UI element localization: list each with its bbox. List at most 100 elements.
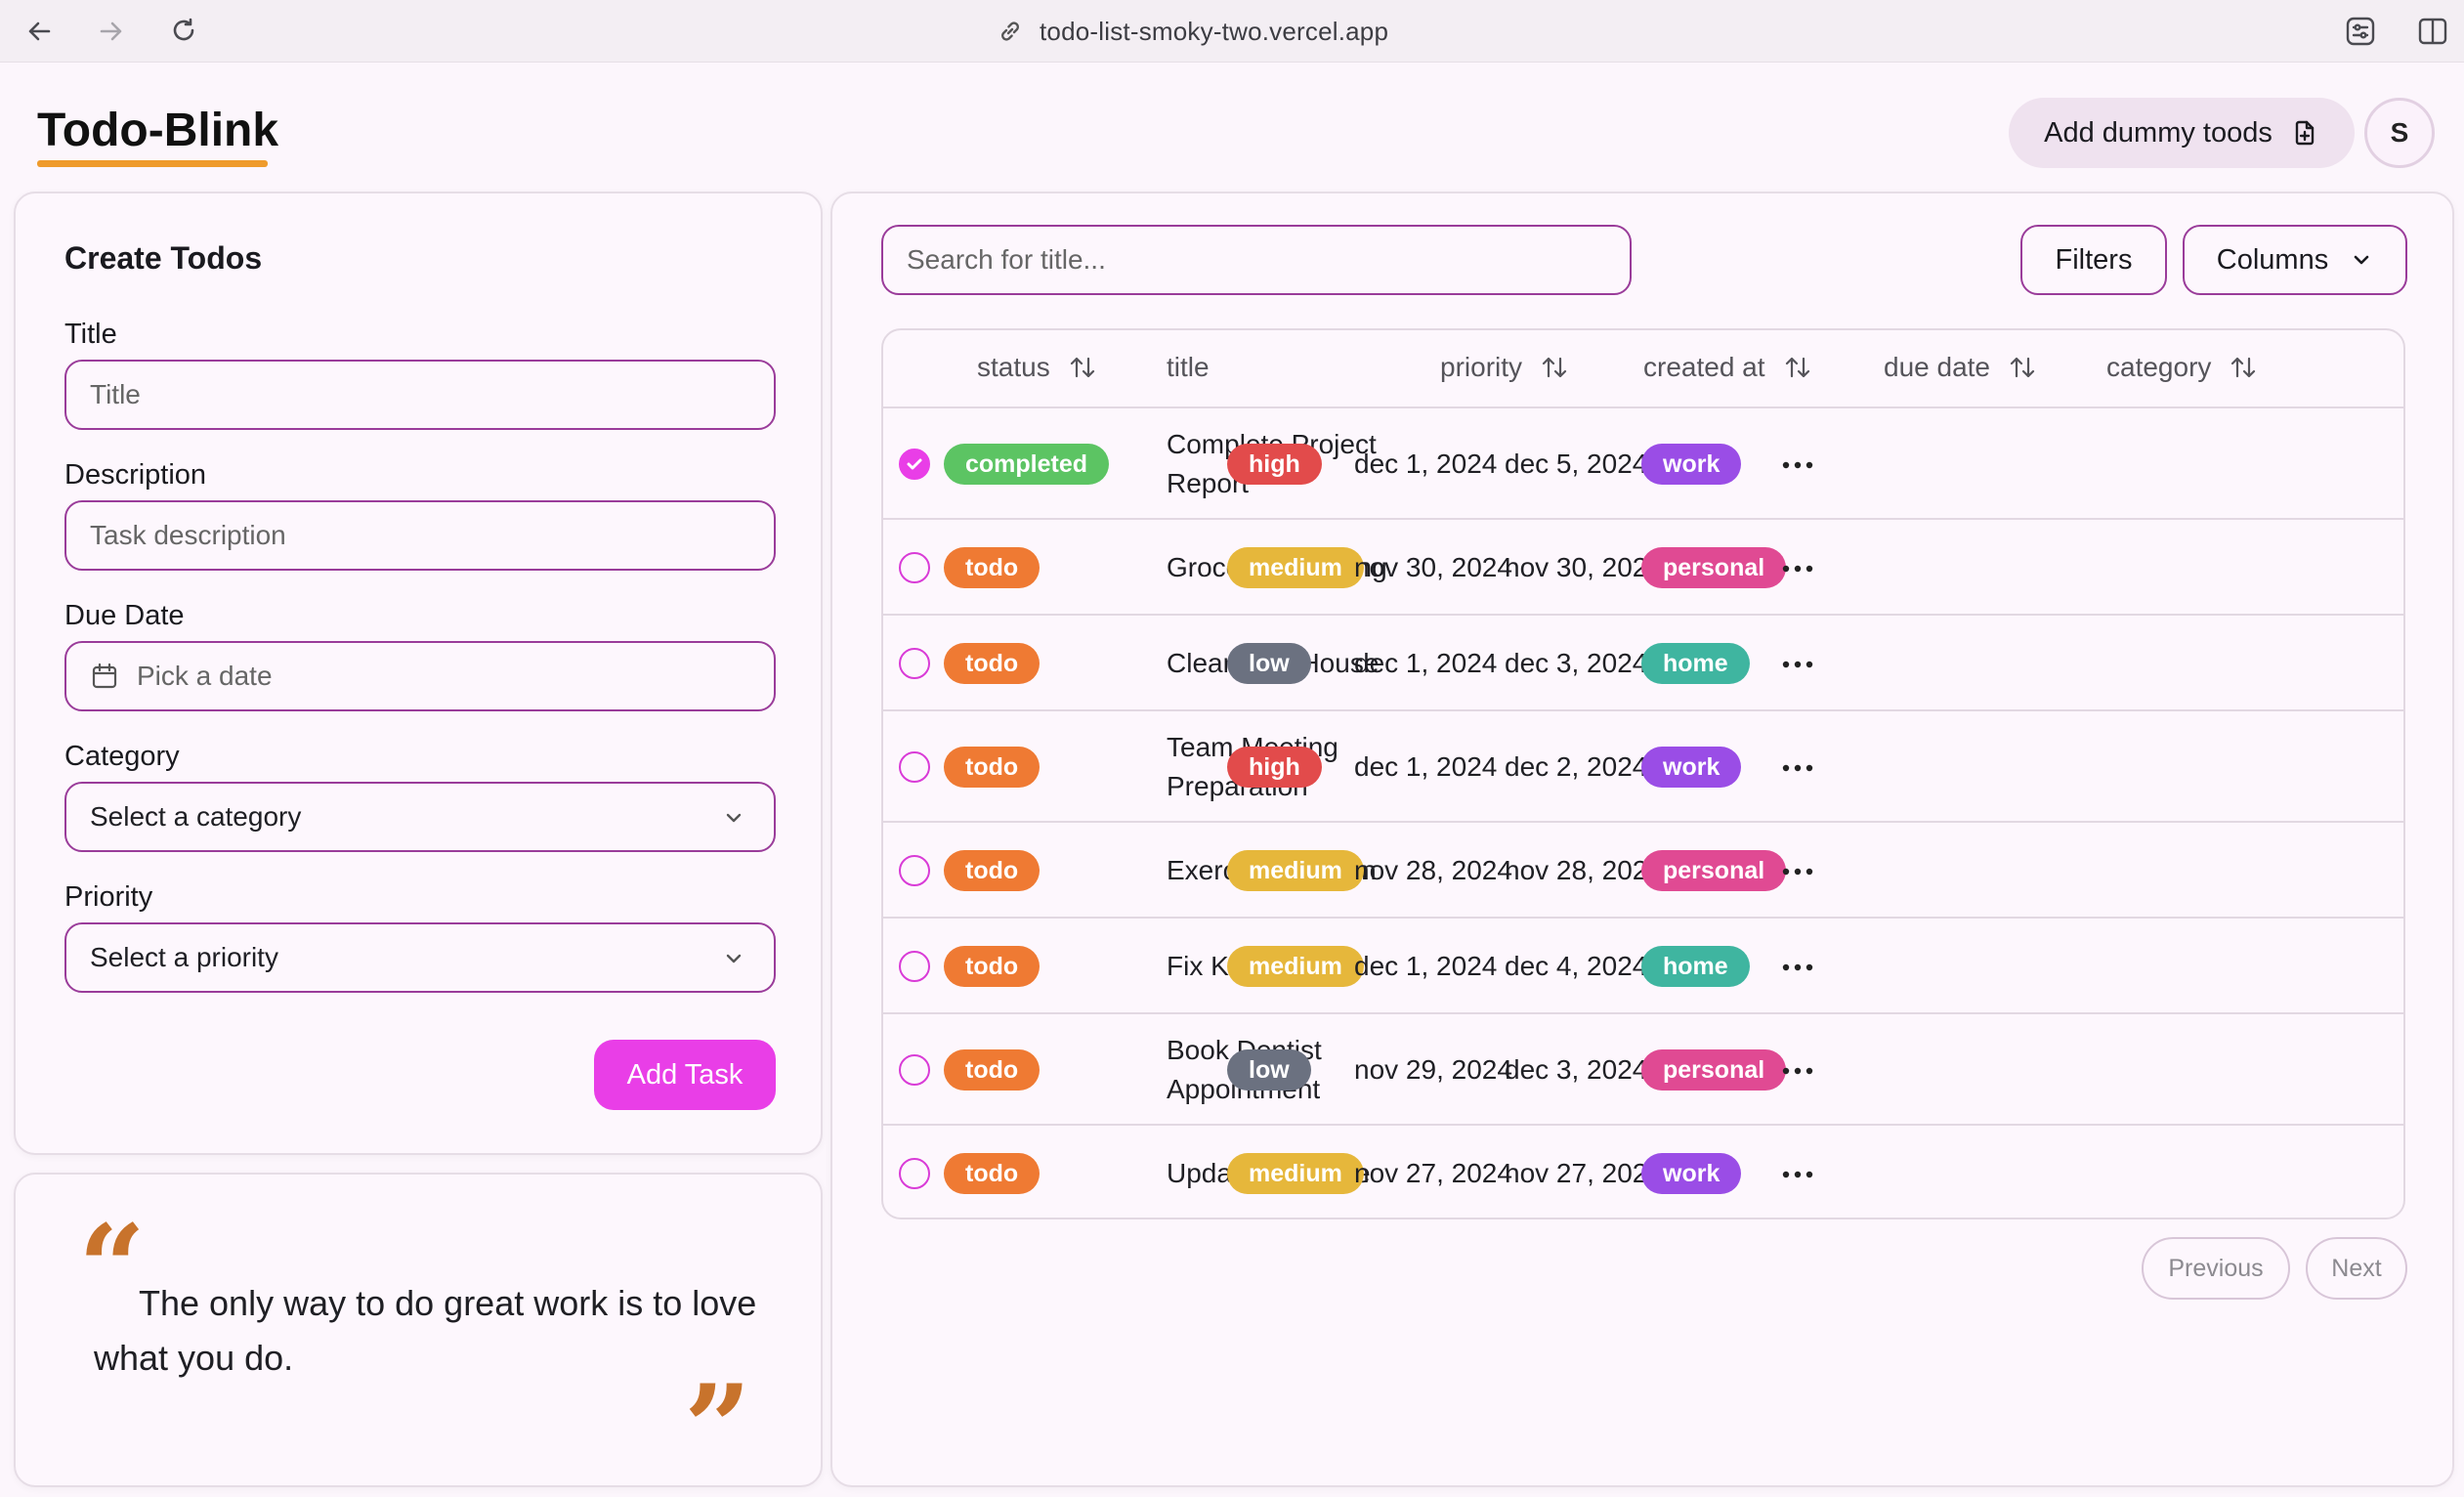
priority-badge: medium: [1227, 547, 1364, 588]
row-actions-menu[interactable]: [1780, 562, 1815, 574]
created-at-cell: dec 1, 2024: [1354, 648, 1498, 678]
row-checkbox[interactable]: [899, 1054, 930, 1086]
columns-label: Columns: [2216, 243, 2329, 276]
status-badge: todo: [944, 747, 1041, 788]
avatar[interactable]: S: [2364, 98, 2435, 168]
search-placeholder: Search for title...: [907, 244, 1106, 275]
header-status[interactable]: status: [977, 352, 1097, 383]
priority-badge: medium: [1227, 850, 1364, 891]
category-badge: work: [1641, 1153, 1742, 1194]
table-row: todoTeam Meeting Preparationhighdec 1, 2…: [883, 711, 2403, 823]
table-row: todoClean The Houselowdec 1, 2024dec 3, …: [883, 616, 2403, 711]
priority-select[interactable]: Select a priority: [64, 922, 776, 993]
header-category[interactable]: category: [2106, 352, 2258, 383]
priority-badge: low: [1227, 1049, 1311, 1091]
due-date-cell: dec 2, 2024: [1505, 751, 1648, 782]
status-badge: todo: [944, 946, 1041, 987]
title-input[interactable]: Title: [64, 360, 776, 430]
description-label: Description: [64, 459, 207, 491]
header-priority-label: priority: [1440, 352, 1523, 382]
status-badge: completed: [944, 444, 1110, 485]
create-todo-panel: Create Todos Title Title Description Tas…: [14, 192, 823, 1155]
filters-button[interactable]: Filters: [2020, 225, 2167, 295]
reload-icon[interactable]: [164, 12, 203, 51]
due-date-placeholder: Pick a date: [137, 661, 273, 691]
add-task-button[interactable]: Add Task: [594, 1040, 776, 1110]
more-horizontal-icon: [1782, 963, 1813, 971]
add-dummy-todos-button[interactable]: Add dummy toods: [2009, 98, 2355, 168]
table-row: todoUpdate Softwaremediumnov 27, 2024nov…: [883, 1126, 2403, 1218]
row-actions-menu[interactable]: [1780, 865, 1815, 877]
created-at-cell: nov 30, 2024: [1354, 552, 1512, 582]
priority-badge: low: [1227, 643, 1311, 684]
created-at-cell: dec 1, 2024: [1354, 751, 1498, 782]
columns-button[interactable]: Columns: [2183, 225, 2407, 295]
table-row: todoExercise Sessionmediumnov 28, 2024no…: [883, 823, 2403, 919]
row-actions-menu[interactable]: [1780, 1168, 1815, 1179]
table-row: completed Complete Project Report high dec …: [883, 408, 2403, 520]
sort-icon: [2010, 357, 2035, 378]
priority-badge: high: [1227, 444, 1322, 485]
sort-icon: [1785, 357, 1809, 378]
table-row: todoBook Dentist Appointmentlownov 29, 2…: [883, 1014, 2403, 1126]
close-quote-icon: ”: [684, 1359, 752, 1497]
search-input[interactable]: Search for title...: [881, 225, 1632, 295]
sidebar-toggle-icon[interactable]: [2413, 12, 2452, 51]
forward-arrow-icon[interactable]: [92, 12, 131, 51]
back-arrow-icon[interactable]: [20, 12, 59, 51]
created-at-cell: dec 1, 2024: [1354, 951, 1498, 981]
row-actions-menu[interactable]: [1780, 458, 1815, 470]
description-placeholder: Task description: [90, 520, 286, 550]
row-actions-menu[interactable]: [1780, 961, 1815, 972]
row-checkbox[interactable]: [899, 951, 930, 982]
sort-icon: [1542, 357, 1567, 378]
filters-label: Filters: [2055, 243, 2133, 276]
row-checkbox[interactable]: [899, 855, 930, 886]
row-actions-menu[interactable]: [1780, 1064, 1815, 1076]
sliders-icon[interactable]: [2341, 12, 2380, 51]
table-row: todoFix Kitchen Sinkmediumdec 1, 2024dec…: [883, 919, 2403, 1014]
description-input[interactable]: Task description: [64, 500, 776, 571]
row-actions-menu[interactable]: [1780, 658, 1815, 669]
row-checkbox[interactable]: [899, 449, 930, 480]
next-page-button[interactable]: Next: [2306, 1237, 2407, 1300]
create-todos-heading: Create Todos: [64, 240, 263, 276]
row-checkbox[interactable]: [899, 648, 930, 679]
more-horizontal-icon: [1782, 764, 1813, 772]
status-badge: todo: [944, 850, 1041, 891]
priority-badge: medium: [1227, 1153, 1364, 1194]
row-checkbox[interactable]: [899, 1158, 930, 1189]
more-horizontal-icon: [1782, 1067, 1813, 1075]
priority-badge: high: [1227, 747, 1322, 788]
address-bar[interactable]: todo-list-smoky-two.vercel.app: [997, 14, 1388, 49]
sort-icon: [2231, 357, 2256, 378]
header-created-at[interactable]: created at: [1643, 352, 1812, 383]
header-category-label: category: [2106, 352, 2212, 382]
link-icon: [1001, 21, 1019, 41]
quote-panel: “ The only way to do great work is to lo…: [14, 1173, 823, 1487]
row-checkbox[interactable]: [899, 751, 930, 783]
header-due-date[interactable]: due date: [1884, 352, 2037, 383]
title-placeholder: Title: [90, 379, 141, 409]
due-date-cell: dec 5, 2024: [1505, 449, 1648, 479]
check-icon: [907, 458, 922, 470]
add-dummy-todos-label: Add dummy toods: [2044, 116, 2273, 149]
row-checkbox[interactable]: [899, 552, 930, 583]
due-date-cell: nov 27, 2024: [1505, 1158, 1663, 1188]
table-header: status title priority created at due dat…: [883, 330, 2403, 408]
due-date-picker[interactable]: Pick a date: [64, 641, 776, 711]
todo-table: status title priority created at due dat…: [881, 328, 2405, 1219]
row-actions-menu[interactable]: [1780, 761, 1815, 773]
due-date-cell: nov 28, 2024: [1505, 855, 1663, 885]
category-badge: home: [1641, 643, 1750, 684]
header-priority[interactable]: priority: [1440, 352, 1569, 383]
category-label: Category: [64, 741, 180, 772]
status-badge: todo: [944, 643, 1041, 684]
category-badge: work: [1641, 747, 1742, 788]
title-label: Title: [64, 319, 117, 350]
created-at-cell: nov 28, 2024: [1354, 855, 1512, 885]
previous-page-button[interactable]: Previous: [2142, 1237, 2290, 1300]
browser-toolbar: todo-list-smoky-two.vercel.app: [0, 0, 2464, 63]
category-select[interactable]: Select a category: [64, 782, 776, 852]
chevron-down-icon: [726, 813, 742, 823]
